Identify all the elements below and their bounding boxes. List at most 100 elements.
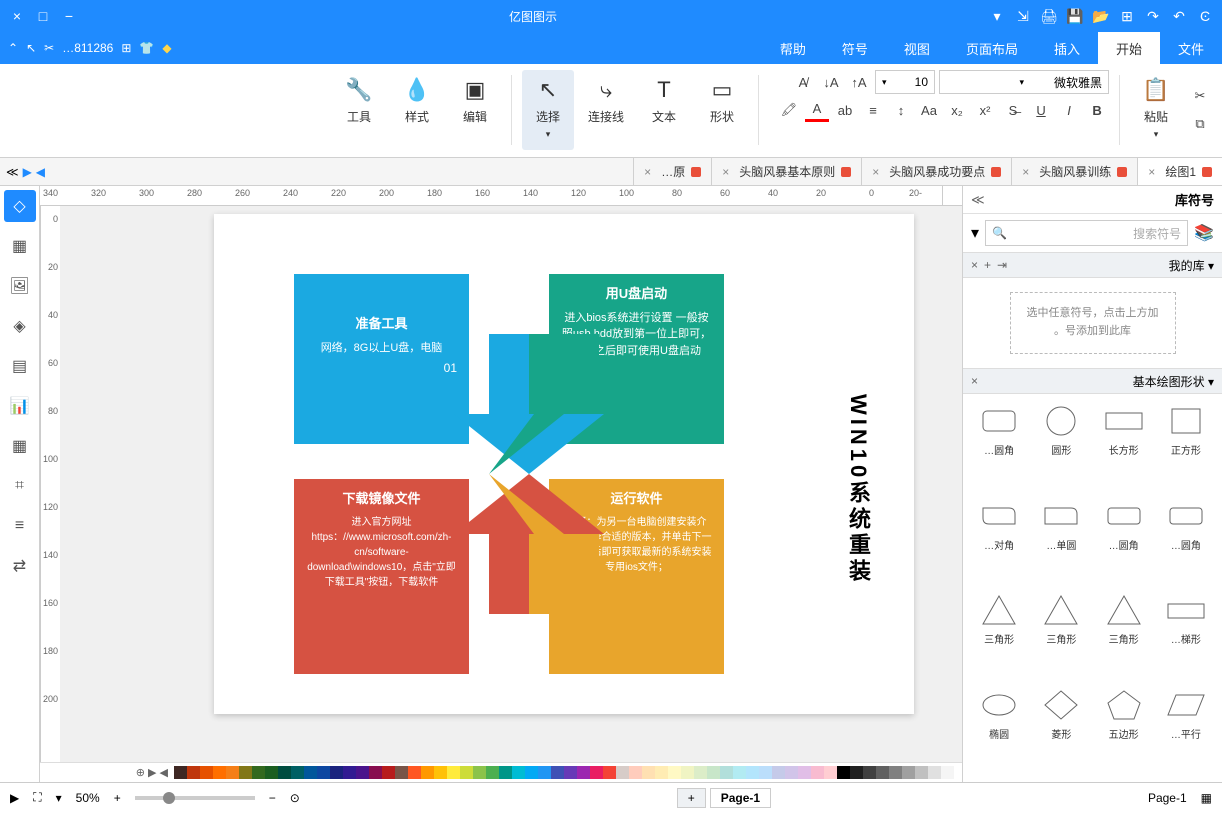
color-swatch[interactable] — [681, 766, 694, 779]
close-myshapes-icon[interactable]: × — [971, 258, 978, 272]
lib-icon[interactable]: 📚 — [1194, 223, 1214, 243]
left-tool-3[interactable]: ◈ — [4, 310, 36, 342]
quad-3[interactable]: 03 下载镜像文件 进入官方网址https：//www.microsoft.co… — [294, 479, 469, 674]
menu-tab-插入[interactable]: 插入 — [1036, 32, 1098, 64]
color-swatch[interactable] — [447, 766, 460, 779]
bold-icon[interactable]: B — [1085, 98, 1109, 122]
add-myshapes-icon[interactable]: + — [984, 258, 991, 272]
doc-tab[interactable]: 原…× — [633, 158, 711, 185]
color-swatch[interactable] — [538, 766, 551, 779]
quad-2[interactable]: 01 准备工具 网络，8G以上U盘，电脑 — [294, 274, 469, 444]
shape-rrect2[interactable]: 圆角… — [1096, 497, 1152, 586]
undo-icon[interactable]: ↶ — [1170, 7, 1188, 25]
quad-1[interactable]: 用U盘启动 进入bios系统进行设置 一般按照usb hdd放到第一位上即可，重… — [549, 274, 724, 444]
color-more-icon[interactable]: ◀ ▶ ⊕ — [130, 766, 174, 779]
color-swatch[interactable] — [798, 766, 811, 779]
page[interactable]: WIN10系统重装 用U盘启动 进入bios系统进行设置 一般按照usb hdd… — [214, 214, 914, 714]
color-swatch[interactable] — [278, 766, 291, 779]
export-icon[interactable]: ⇲ — [1014, 7, 1032, 25]
copy-button[interactable]: ⧉ — [1188, 112, 1212, 136]
color-swatch[interactable] — [824, 766, 837, 779]
color-swatch[interactable] — [837, 766, 850, 779]
font-select[interactable]: 微软雅黑▾ — [939, 70, 1109, 94]
color-swatch[interactable] — [343, 766, 356, 779]
color-swatch[interactable] — [200, 766, 213, 779]
zoom-level[interactable]: 50% — [76, 791, 100, 805]
color-swatch[interactable] — [317, 766, 330, 779]
myshapes-header[interactable]: ▾ 我的库 ⇥+× — [963, 252, 1222, 278]
canvas[interactable]: -200204060801001201401601802002202402602… — [40, 186, 962, 782]
menu-tab-页面布局[interactable]: 页面布局 — [948, 32, 1036, 64]
shape-rect[interactable]: 正方形 — [1158, 402, 1214, 491]
shape-drnd[interactable]: 对角… — [971, 497, 1027, 586]
shape-srnd[interactable]: 单圆… — [1033, 497, 1089, 586]
color-swatch[interactable] — [629, 766, 642, 779]
menu-tab-文件[interactable]: 文件 — [1160, 32, 1222, 64]
superscript-icon[interactable]: x² — [973, 98, 997, 122]
color-swatch[interactable] — [876, 766, 889, 779]
color-swatch[interactable] — [577, 766, 590, 779]
menu-tab-符号[interactable]: 符号 — [824, 32, 886, 64]
more-icon[interactable]: ▾ — [988, 7, 1006, 25]
color-swatch[interactable] — [187, 766, 200, 779]
zoom-in-icon[interactable]: + — [114, 791, 121, 805]
color-swatch[interactable] — [252, 766, 265, 779]
close-tab-icon[interactable]: × — [1022, 165, 1029, 179]
color-swatch[interactable] — [512, 766, 525, 779]
left-tool-7[interactable]: ⌗ — [4, 470, 36, 502]
left-tool-9[interactable]: ⇄ — [4, 550, 36, 582]
select-button[interactable]: ↖选择▾ — [522, 70, 574, 150]
color-swatch[interactable] — [473, 766, 486, 779]
color-swatch[interactable] — [213, 766, 226, 779]
edit-button[interactable]: ▣编辑 — [449, 70, 501, 150]
color-swatch[interactable] — [499, 766, 512, 779]
quick-doc-link[interactable]: 811286… — [62, 41, 113, 55]
page-list-label[interactable]: Page-1 — [1148, 791, 1187, 805]
color-swatch[interactable] — [707, 766, 720, 779]
color-swatch[interactable] — [564, 766, 577, 779]
shape-trap[interactable]: 梯形… — [1158, 591, 1214, 680]
left-tool-5[interactable]: 📊 — [4, 390, 36, 422]
color-swatch[interactable] — [668, 766, 681, 779]
color-swatch[interactable] — [226, 766, 239, 779]
color-swatch[interactable] — [330, 766, 343, 779]
zoom-slider[interactable] — [135, 796, 255, 800]
shape-pent[interactable]: 五边形 — [1096, 686, 1152, 775]
underline-icon[interactable]: U — [1029, 98, 1053, 122]
font-size-select[interactable]: 10▾ — [875, 70, 935, 94]
color-swatch[interactable] — [850, 766, 863, 779]
cursor-quick-icon[interactable]: ↖ — [26, 41, 36, 55]
color-swatch[interactable] — [759, 766, 772, 779]
tools-button[interactable]: 🔧工具 — [333, 70, 385, 150]
panel-collapse-icon[interactable]: ≫ — [971, 192, 985, 208]
color-swatch[interactable] — [434, 766, 447, 779]
color-swatch[interactable] — [356, 766, 369, 779]
left-tool-1[interactable]: ▦ — [4, 230, 36, 262]
color-swatch[interactable] — [382, 766, 395, 779]
collapse-up-icon[interactable]: ⌃ — [8, 41, 18, 55]
grow-font-icon[interactable]: A↑ — [847, 70, 871, 94]
spacing-icon[interactable]: ↕ — [889, 98, 913, 122]
left-tool-0[interactable]: ◇ — [4, 190, 36, 222]
close-tab-icon[interactable]: × — [644, 165, 651, 179]
color-swatch[interactable] — [902, 766, 915, 779]
export-myshapes-icon[interactable]: ⇥ — [997, 258, 1007, 272]
color-swatch[interactable] — [421, 766, 434, 779]
color-swatch[interactable] — [863, 766, 876, 779]
menu-tab-视图[interactable]: 视图 — [886, 32, 948, 64]
color-swatch[interactable] — [551, 766, 564, 779]
page-tab[interactable]: Page-1 — [710, 788, 771, 808]
add-page-button[interactable]: + — [677, 788, 706, 808]
tab-next-icon[interactable]: ▶ — [23, 165, 32, 179]
doc-tab[interactable]: 头脑风暴成功要点× — [861, 158, 1011, 185]
color-swatch[interactable] — [291, 766, 304, 779]
color-swatch[interactable] — [369, 766, 382, 779]
shape-tri[interactable]: 三角形 — [1033, 591, 1089, 680]
doc-tab[interactable]: 头脑风暴训练× — [1011, 158, 1137, 185]
redo-icon[interactable]: ↷ — [1144, 7, 1162, 25]
search-more-icon[interactable]: ▾ — [971, 223, 979, 243]
color-swatch[interactable] — [460, 766, 473, 779]
doc-tab[interactable]: 头脑风暴基本原则× — [711, 158, 861, 185]
fullscreen-icon[interactable]: ⛶ — [33, 790, 41, 805]
menu-tab-帮助[interactable]: 帮助 — [762, 32, 824, 64]
